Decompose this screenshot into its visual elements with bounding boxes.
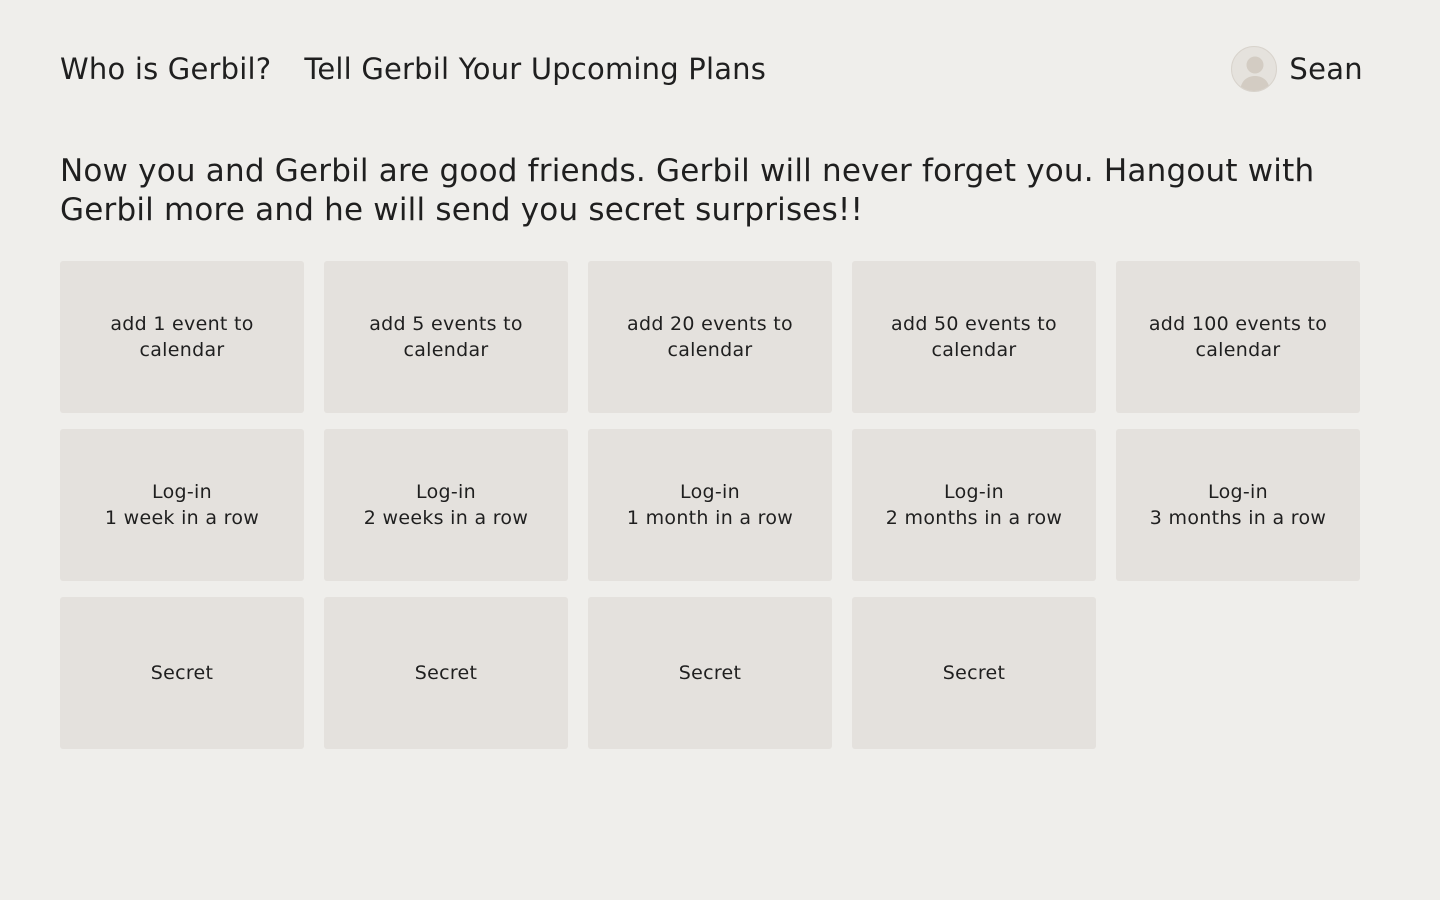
achievement-label-line2: 3 months in a row [1149,507,1327,529]
nav-who-is-gerbil-link[interactable]: Who is Gerbil? [60,44,271,94]
achievement-label-line1: add 100 events to calendar [1148,313,1328,361]
achievement-label-line1: Log-in [416,481,476,503]
user-menu[interactable]: Sean [1231,44,1363,94]
achievement-label: Log-in 2 weeks in a row [364,479,528,531]
achievement-label-line1: Log-in [680,481,740,503]
achievement-label-line1: Secret [942,662,1006,684]
achievement-label-line1: Log-in [1208,481,1268,503]
page: Who is Gerbil? Tell Gerbil Your Upcoming… [0,0,1440,900]
achievement-label: add 50 events to calendar [866,311,1082,363]
achievement-label-line1: Log-in [944,481,1004,503]
achievement-label-line1: add 1 event to calendar [110,313,254,361]
achievement-label: add 1 event to calendar [74,311,290,363]
achievement-card[interactable]: add 100 events to calendar [1116,261,1360,413]
page-headline: Now you and Gerbil are good friends. Ger… [60,153,1315,228]
achievement-label-line1: Log-in [152,481,212,503]
achievement-label: Secret [415,660,478,686]
achievement-card[interactable]: Secret [324,597,568,749]
achievement-label: add 20 events to calendar [602,311,818,363]
achievement-card[interactable]: Log-in 1 month in a row [588,429,832,581]
achievement-label: add 5 events to calendar [338,311,554,363]
achievement-label: Secret [679,660,742,686]
achievement-card[interactable]: add 50 events to calendar [852,261,1096,413]
achievement-label-line1: add 5 events to calendar [369,313,523,361]
achievement-card[interactable]: Log-in 1 week in a row [60,429,304,581]
achievement-card[interactable]: Secret [852,597,1096,749]
achievement-label-line1: Secret [414,662,478,684]
top-navigation: Who is Gerbil? Tell Gerbil Your Upcoming… [60,44,1363,94]
achievement-label-line1: add 20 events to calendar [627,313,793,361]
achievement-label: Log-in 3 months in a row [1150,479,1326,531]
achievement-label: Secret [943,660,1006,686]
main-nav: Who is Gerbil? Tell Gerbil Your Upcoming… [60,44,766,94]
achievement-card[interactable]: Secret [588,597,832,749]
achievement-card[interactable]: Secret [60,597,304,749]
achievement-card[interactable]: add 5 events to calendar [324,261,568,413]
achievement-card[interactable]: add 1 event to calendar [60,261,304,413]
achievement-label-line1: add 50 events to calendar [891,313,1057,361]
achievement-label-line2: 1 week in a row [104,507,260,529]
achievement-label-line2: 1 month in a row [626,507,794,529]
achievement-card[interactable]: Log-in 2 weeks in a row [324,429,568,581]
achievement-label-line2: 2 weeks in a row [363,507,529,529]
achievement-label: Secret [151,660,214,686]
username: Sean [1289,52,1363,86]
achievement-label: Log-in 2 months in a row [886,479,1062,531]
user-avatar-icon[interactable] [1231,46,1278,92]
achievement-card[interactable]: Log-in 3 months in a row [1116,429,1360,581]
nav-upcoming-plans-link[interactable]: Tell Gerbil Your Upcoming Plans [304,44,766,94]
achievement-grid: add 1 event to calendar add 5 events to c… [60,261,1360,749]
achievement-label: Log-in 1 month in a row [627,479,793,531]
achievement-label-line1: Secret [150,662,214,684]
achievement-card[interactable]: Log-in 2 months in a row [852,429,1096,581]
achievement-label-line2: 2 months in a row [885,507,1063,529]
achievement-card[interactable]: add 20 events to calendar [588,261,832,413]
achievement-label: Log-in 1 week in a row [105,479,259,531]
achievement-label-line1: Secret [678,662,742,684]
achievement-label: add 100 events to calendar [1130,311,1346,363]
